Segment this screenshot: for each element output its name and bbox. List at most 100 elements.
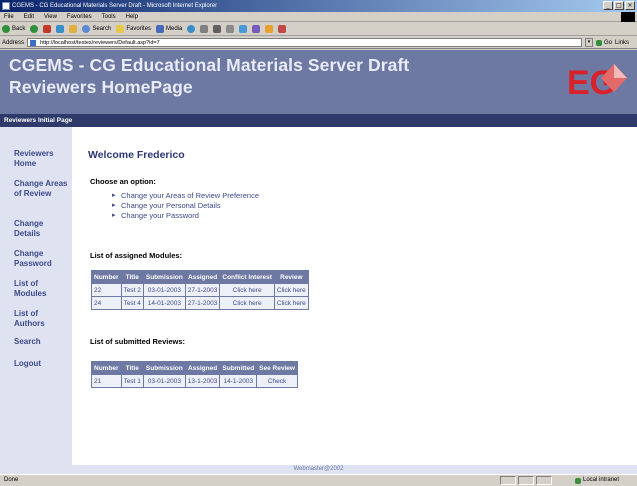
extra-icon[interactable] [278, 25, 287, 33]
col-review: Review [274, 271, 308, 283]
welcome-heading: Welcome Frederico [88, 149, 185, 161]
messenger-icon[interactable] [252, 25, 261, 33]
col-assigned: Assigned [185, 362, 220, 374]
review-click-here-link[interactable]: Click here [274, 297, 308, 309]
sidebar-item-change-areas[interactable]: Change Areas of Review [14, 179, 70, 199]
stop-button[interactable] [43, 25, 52, 33]
col-submission: Submission [143, 362, 185, 374]
menu-tools[interactable]: Tools [102, 12, 116, 21]
menu-bar: File Edit View Favorites Tools Help [0, 12, 637, 22]
sidebar-item-reviewers-home[interactable]: Reviewers Home [14, 149, 70, 169]
favorites-label: Favorites [126, 25, 152, 32]
cell-number: 21 [92, 375, 121, 387]
cell-number: 24 [92, 297, 121, 309]
toolbar: Back Search Favorites Media [0, 23, 637, 36]
tool-icon[interactable] [265, 25, 274, 33]
conflict-click-here-link[interactable]: Click here [220, 284, 274, 296]
menu-edit[interactable]: Edit [24, 12, 34, 21]
main-content: Welcome Frederico Choose an option: Chan… [72, 127, 637, 465]
back-arrow-icon [2, 25, 10, 33]
back-button[interactable]: Back [2, 23, 25, 36]
submitted-reviews-heading: List of submitted Reviews: [90, 337, 186, 346]
cell-submitted: 14-1-2003 [220, 375, 257, 387]
review-click-here-link[interactable]: Click here [274, 284, 308, 296]
sidebar-item-logout[interactable]: Logout [14, 359, 70, 369]
sidebar-item-list-authors[interactable]: List of Authors [14, 309, 70, 329]
sidebar-item-change-details[interactable]: Change Details [14, 219, 70, 239]
refresh-button[interactable] [56, 25, 65, 33]
print-icon[interactable] [213, 25, 222, 33]
assigned-modules-heading: List of assigned Modules: [90, 251, 183, 260]
menu-favorites[interactable]: Favorites [67, 12, 92, 21]
assigned-modules-table: Number Title Submission Assigned Conflic… [91, 270, 309, 310]
security-zone: Local intranet [575, 475, 619, 486]
status-text: Done [4, 477, 19, 483]
browser-window: CGEMS - CG Educational Materials Server … [0, 0, 637, 485]
cell-title-link[interactable]: Test 1 [121, 375, 143, 387]
col-number: Number [92, 271, 121, 283]
address-input[interactable]: http://localhost/testes/reviewers/Defaul… [27, 38, 583, 47]
media-button[interactable]: Media [156, 23, 182, 36]
address-dropdown-button[interactable]: ▾ [585, 38, 594, 47]
address-bar: Address http://localhost/testes/reviewer… [0, 37, 637, 49]
discuss-icon[interactable] [239, 25, 248, 33]
intranet-zone-icon [575, 477, 581, 484]
site-title-line2: Reviewers HomePage [9, 77, 193, 97]
menu-file[interactable]: File [4, 12, 14, 21]
go-arrow-icon [596, 39, 603, 46]
home-button[interactable] [69, 25, 78, 33]
address-url: http://localhost/testes/reviewers/Defaul… [40, 40, 160, 46]
maximize-button[interactable]: □ [614, 1, 624, 10]
submitted-reviews-table: Number Title Submission Assigned Submitt… [91, 361, 298, 388]
table-row: 21 Test 1 03-01-2003 13-1-2003 14-1-2003… [92, 375, 297, 387]
edit-icon[interactable] [226, 25, 235, 33]
links-label[interactable]: Links [615, 37, 629, 49]
search-icon [82, 25, 91, 33]
col-assigned: Assigned [185, 271, 220, 283]
windows-logo-icon [621, 12, 635, 22]
webmaster-link[interactable]: Webmaster@2002 [293, 466, 343, 472]
search-button[interactable]: Search [82, 23, 111, 36]
cell-title-link[interactable]: Test 4 [121, 297, 143, 309]
go-label: Go [604, 39, 613, 46]
choose-option-label: Choose an option: [90, 177, 156, 186]
minimize-button[interactable]: _ [603, 1, 613, 10]
title-bar: CGEMS - CG Educational Materials Server … [0, 0, 637, 12]
conflict-click-here-link[interactable]: Click here [220, 297, 274, 309]
status-cell [518, 476, 534, 485]
back-label: Back [12, 25, 26, 32]
menu-help[interactable]: Help [126, 12, 138, 21]
cell-assigned: 13-1-2003 [185, 375, 220, 387]
table-header-row: Number Title Submission Assigned Submitt… [92, 362, 297, 374]
go-button[interactable]: Go [596, 37, 612, 49]
mail-icon[interactable] [200, 25, 209, 33]
sidebar-item-search[interactable]: Search [14, 337, 70, 347]
option-link-areas[interactable]: Change your Areas of Review Preference [112, 191, 259, 201]
site-title-line1: CGEMS - CG Educational Materials Server … [9, 55, 410, 75]
close-button[interactable]: × [625, 1, 635, 10]
ie-app-icon [2, 2, 10, 10]
favorites-button[interactable]: Favorites [116, 23, 151, 36]
sidebar-item-list-modules[interactable]: List of Modules [14, 279, 70, 299]
history-icon[interactable] [187, 25, 196, 33]
sidebar-item-change-password[interactable]: Change Password [14, 249, 70, 269]
menu-view[interactable]: View [44, 12, 57, 21]
table-header-row: Number Title Submission Assigned Conflic… [92, 271, 308, 283]
page-subtitle-bar: Reviewers Initial Page [0, 114, 637, 127]
web-page: CGEMS - CG Educational Materials Server … [0, 50, 637, 474]
status-cell [536, 476, 552, 485]
col-submission: Submission [143, 271, 185, 283]
cell-submission: 03-01-2003 [143, 284, 185, 296]
forward-button[interactable] [30, 25, 39, 33]
cell-assigned: 27-1-2003 [185, 297, 220, 309]
site-title: CGEMS - CG Educational Materials Server … [9, 54, 409, 98]
star-icon [116, 25, 125, 33]
option-link-details[interactable]: Change your Personal Details [112, 201, 259, 211]
cell-title-link[interactable]: Test 2 [121, 284, 143, 296]
media-label: Media [166, 25, 183, 32]
address-label: Address [2, 39, 25, 46]
table-row: 24 Test 4 14-01-2003 27-1-2003 Click her… [92, 297, 308, 309]
check-review-link[interactable]: Check [257, 375, 297, 387]
footer: Webmaster@2002 [0, 465, 637, 474]
option-link-password[interactable]: Change your Password [112, 211, 259, 221]
